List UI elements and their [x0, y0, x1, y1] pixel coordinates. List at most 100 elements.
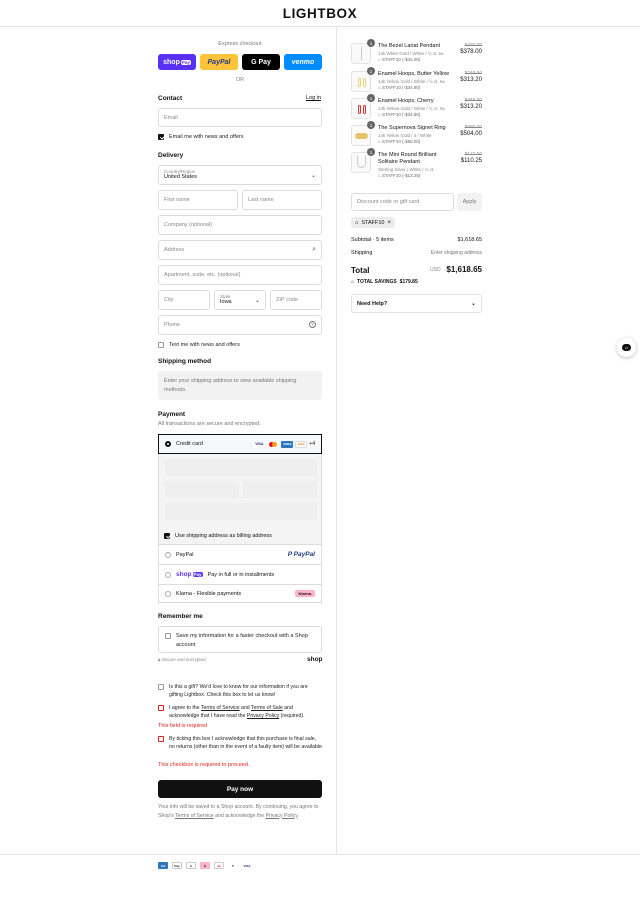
pay-now-button[interactable]: Pay now — [158, 780, 322, 798]
shop-pay-logo-icon: shop Pay — [176, 571, 203, 578]
remember-me-heading: Remember me — [158, 613, 203, 620]
login-link[interactable]: Log in — [306, 95, 321, 101]
amex-icon: AX — [158, 862, 168, 869]
shipping-label: Shipping — [351, 250, 373, 256]
billing-same-checkbox[interactable] — [164, 533, 170, 539]
shipping-value: Enter shipping address — [430, 250, 482, 256]
gpay-icon: G — [186, 862, 196, 869]
country-select[interactable]: Country/Region United States ⌄ — [158, 165, 322, 185]
first-name-field[interactable]: First name — [158, 190, 238, 210]
save-info-option[interactable]: Save my information for a faster checkou… — [158, 626, 322, 653]
contact-heading: Contact — [158, 95, 183, 102]
paypal-option[interactable]: PayPal P PayPal — [158, 545, 322, 565]
remove-discount-icon[interactable]: × — [387, 220, 391, 226]
klarna-badge: Klarna. — [295, 590, 315, 597]
final-sale-option[interactable]: By ticking this box I acknowledge that t… — [158, 735, 322, 751]
final-sale-checkbox[interactable] — [158, 736, 164, 742]
name-on-card-field[interactable] — [165, 503, 317, 520]
paypal-logo-icon: P PayPal — [287, 551, 315, 558]
klarna-option[interactable]: Klarna - Flexible payments Klarna. — [158, 585, 322, 603]
subtotal-value: $1,618.65 — [457, 237, 482, 243]
payment-heading: Payment — [158, 411, 186, 418]
tag-icon: ⌂ — [355, 219, 359, 226]
shop-pay-button[interactable]: shop Pay — [158, 54, 196, 70]
paypal-radio[interactable] — [165, 551, 171, 558]
field-required-error: This field is required — [158, 723, 208, 729]
need-help-accordion[interactable]: Need Help? ⌄ — [351, 294, 482, 313]
delivery-heading: Delivery — [158, 152, 184, 159]
billing-same-option[interactable]: Use shipping address as billing address — [158, 528, 322, 545]
shop-terms-link[interactable]: Terms of Service — [175, 813, 214, 819]
google-pay-button[interactable]: G Pay — [242, 54, 280, 70]
text-news-option[interactable]: Text me with news and offers — [158, 341, 240, 350]
visa-icon: VISA — [253, 440, 266, 448]
save-info-checkbox[interactable] — [165, 633, 171, 639]
shop-pay-option[interactable]: shop Pay Pay in full or in installments — [158, 565, 322, 585]
paypal-button[interactable]: PayPal — [200, 54, 238, 70]
text-news-checkbox[interactable] — [158, 342, 164, 349]
shipping-method-heading: Shipping method — [158, 358, 212, 365]
expiry-field[interactable] — [165, 481, 239, 498]
mastercard-icon — [267, 440, 280, 448]
terms-of-sale-link[interactable]: Terms of Sale — [251, 705, 283, 711]
brand-logo[interactable]: LIGHTBOX — [0, 6, 640, 21]
line-item: 1 Enamel Hoops, Butter Yellow 14k Yellow… — [351, 67, 482, 96]
paypal-icon: P — [228, 862, 238, 869]
city-field[interactable]: City — [158, 290, 210, 310]
footer-divider — [0, 854, 640, 855]
zip-field[interactable]: ZIP code — [270, 290, 322, 310]
credit-card-radio[interactable] — [165, 441, 171, 447]
quantity-badge: 1 — [367, 39, 375, 47]
shop-privacy-link[interactable]: Privacy Policy — [266, 813, 298, 819]
shipping-method-message: Enter your shipping address to view avai… — [158, 371, 322, 400]
column-divider — [336, 27, 337, 854]
card-number-field[interactable] — [165, 459, 317, 476]
help-icon[interactable]: ? — [309, 321, 316, 328]
gift-checkbox[interactable] — [158, 684, 164, 690]
terms-checkbox[interactable] — [158, 705, 164, 711]
terms-option[interactable]: I agree to the Terms of Service and Term… — [158, 704, 322, 720]
mastercard-icon: ●● — [214, 862, 224, 869]
line-item: 1 The Mini Round Brilliant Solitaire Pen… — [351, 148, 482, 184]
amex-icon: AMEX — [281, 440, 294, 448]
shop-account-note: Your info will be saved to a Shop accoun… — [158, 804, 319, 819]
card-form-area — [158, 454, 322, 528]
checkbox-required-error: This checkbox is required to proceed. — [158, 762, 250, 768]
quantity-badge: 1 — [367, 94, 375, 102]
currency-label: USD — [430, 267, 441, 273]
quantity-badge: 1 — [367, 148, 375, 156]
quantity-badge: 1 — [367, 67, 375, 75]
chat-button[interactable]: •• — [617, 338, 636, 357]
email-field[interactable]: Email — [158, 108, 322, 127]
gift-option[interactable]: Is this a gift? We'd love to know for ou… — [158, 683, 322, 699]
klarna-radio[interactable] — [165, 590, 171, 597]
chevron-down-icon: ⌄ — [310, 173, 316, 179]
privacy-policy-link[interactable]: Privacy Policy — [247, 713, 279, 719]
venmo-button[interactable]: venmo — [284, 54, 322, 70]
line-item: 1 Enamel Hoops, Cherry 14k Yellow Gold /… — [351, 94, 482, 123]
chevron-down-icon: ⌄ — [470, 301, 476, 307]
credit-card-option[interactable]: Credit card VISA AMEX DISC +4 — [158, 434, 322, 454]
search-icon: ⌕ — [312, 246, 316, 253]
terms-of-service-link[interactable]: Terms of Service — [201, 705, 240, 711]
chevron-down-icon: ⌄ — [254, 298, 260, 304]
tag-icon: ⌂ — [351, 279, 355, 285]
apartment-field[interactable]: Apartment, suite, etc. (optional) — [158, 265, 322, 285]
address-field[interactable]: Address ⌕ — [158, 240, 322, 260]
applied-discount-chip: ⌂ STAFF10 × — [351, 217, 395, 228]
security-code-field[interactable] — [243, 481, 317, 498]
or-divider: OR — [235, 77, 245, 83]
company-field[interactable]: Company (optional) — [158, 215, 322, 235]
visa-icon: VISA — [242, 862, 252, 869]
email-news-option[interactable]: Email me with news and offers — [158, 133, 244, 142]
last-name-field[interactable]: Last name — [242, 190, 322, 210]
apply-button[interactable]: Apply — [457, 193, 482, 211]
discount-code-field[interactable]: Discount code or gift card — [351, 193, 454, 211]
state-select[interactable]: State Iowa ⌄ — [214, 290, 266, 310]
shop-pay-radio[interactable] — [165, 571, 171, 578]
payment-subtitle: All transactions are secure and encrypte… — [158, 421, 261, 427]
email-news-checkbox[interactable] — [158, 134, 164, 141]
secure-note: 🔒︎ Secure and encrypted — [158, 657, 206, 662]
phone-field[interactable]: Phone? — [158, 315, 322, 335]
line-item: 1 The Bezel Lariat Pendant 14k White Gol… — [351, 39, 482, 68]
